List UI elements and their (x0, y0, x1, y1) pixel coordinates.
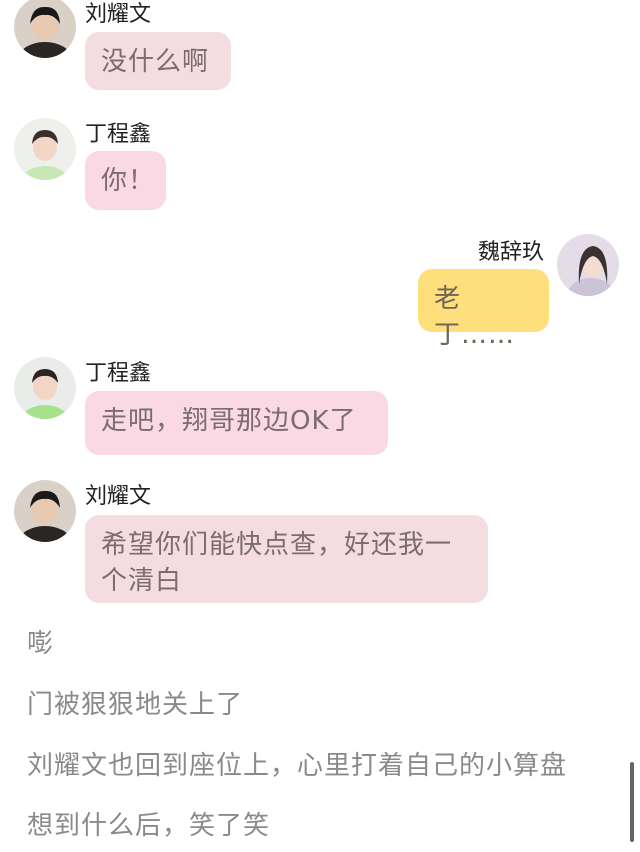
message-bubble[interactable]: 老丁…… (418, 269, 549, 350)
message-bubble[interactable]: 没什么啊 (85, 32, 231, 90)
sender-name: 刘耀文 (85, 484, 152, 509)
avatar-liu[interactable] (14, 480, 76, 542)
narration-line: 想到什么后，笑了笑 (27, 811, 271, 841)
narration-line: 门被狠狠地关上了 (27, 690, 244, 720)
sender-name: 刘耀文 (85, 2, 152, 27)
scrollbar[interactable] (630, 762, 634, 842)
message-bubble[interactable]: 你！ (85, 151, 166, 210)
message-bubble[interactable]: 走吧，翔哥那边OK了 (85, 391, 388, 455)
narration-line: 嘭 (27, 629, 55, 659)
narration-line: 刘耀文也回到座位上，心里打着自己的小算盘 (27, 751, 568, 781)
avatar-ding[interactable] (14, 118, 76, 180)
sender-name: 丁程鑫 (85, 361, 152, 386)
sender-name: 魏辞玖 (478, 240, 545, 265)
avatar-ding[interactable] (14, 357, 76, 419)
avatar-liu[interactable] (14, 0, 76, 58)
message-bubble[interactable]: 希望你们能快点查，好还我一个清白 (85, 515, 488, 603)
sender-name: 丁程鑫 (85, 122, 152, 147)
avatar-wei[interactable] (557, 234, 619, 296)
